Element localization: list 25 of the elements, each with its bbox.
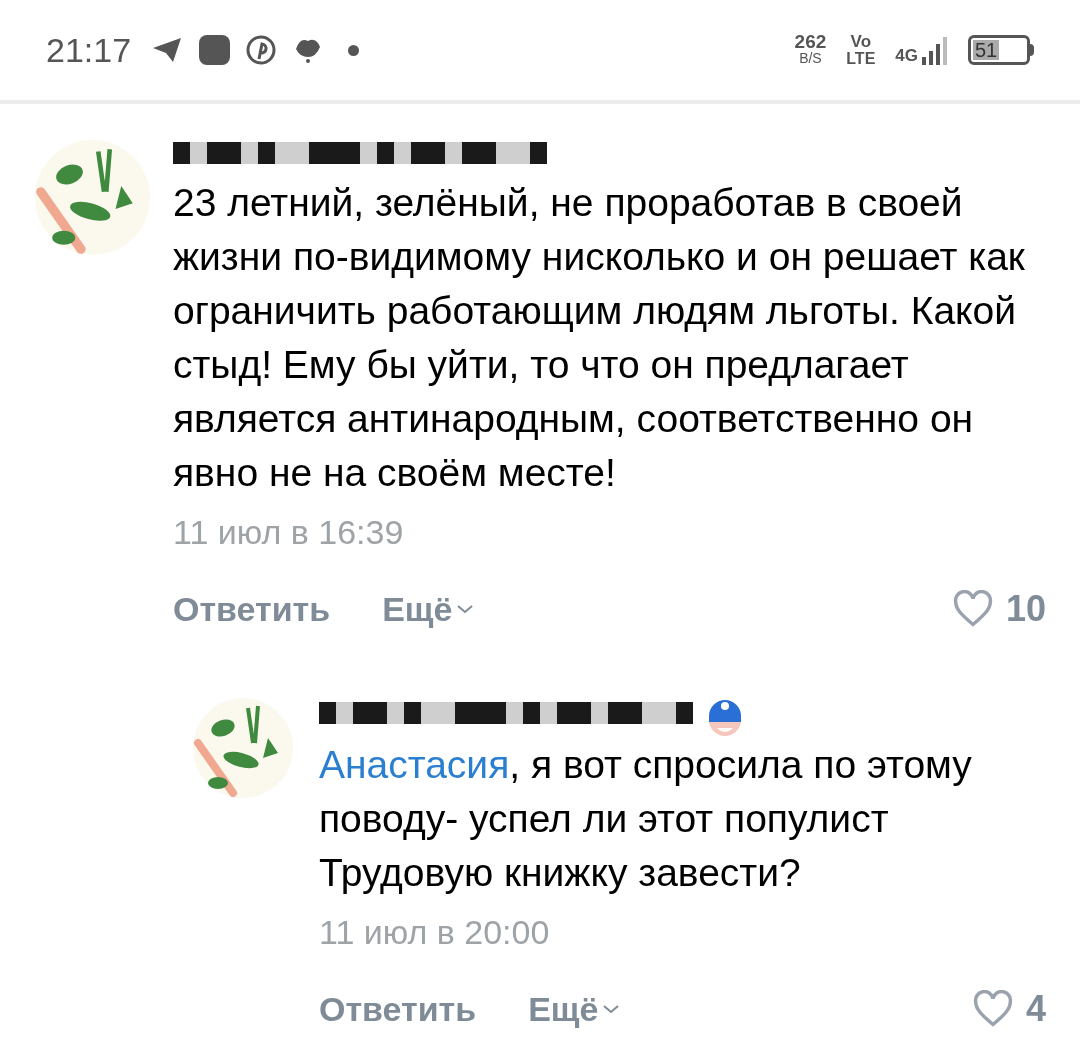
heart-icon: [951, 590, 994, 628]
paper-plane-icon: [151, 36, 184, 64]
app-badge-icon: [199, 35, 231, 65]
volte-label: Vo: [850, 33, 872, 50]
more-button[interactable]: Ещё: [528, 983, 621, 1035]
like-count: 10: [1005, 587, 1046, 631]
clock: 21:17: [46, 29, 132, 71]
chevron-down-icon: [602, 1003, 621, 1015]
reply-link[interactable]: Ответить: [173, 583, 331, 635]
network-speed-value: 262: [794, 34, 827, 50]
chevron-down-icon: [456, 603, 475, 615]
signal-icon: [922, 35, 948, 65]
network-type: 4G: [895, 47, 918, 65]
network-speed-unit: B/S: [799, 50, 822, 66]
reply-link[interactable]: Ответить: [319, 983, 477, 1035]
comment-timestamp: 11 июл в 20:00: [319, 912, 551, 953]
comment-text: Анастасия, я вот спросила по этому поводу- успел ли этот популист Трудовую книжку завести?: [319, 742, 973, 896]
like-count: 4: [1025, 987, 1046, 1031]
more-button[interactable]: Ещё: [382, 583, 475, 635]
volte-label: LTE: [846, 50, 876, 67]
heart-icon: [971, 990, 1014, 1028]
battery-level: 51: [973, 40, 1000, 60]
mention-link[interactable]: Анастасия: [319, 743, 510, 786]
comment-text: 23 летний, зелёный, не проработав в своей жизни по-видимому нисколько и он решает как ограничить работающим людям льготы. Какой стыд! Ему бы уйти, то что он предлагает является антинародным, соответственно он явно не на своём месте!: [173, 180, 1026, 496]
comment-timestamp: 11 июл в 16:39: [173, 512, 405, 553]
